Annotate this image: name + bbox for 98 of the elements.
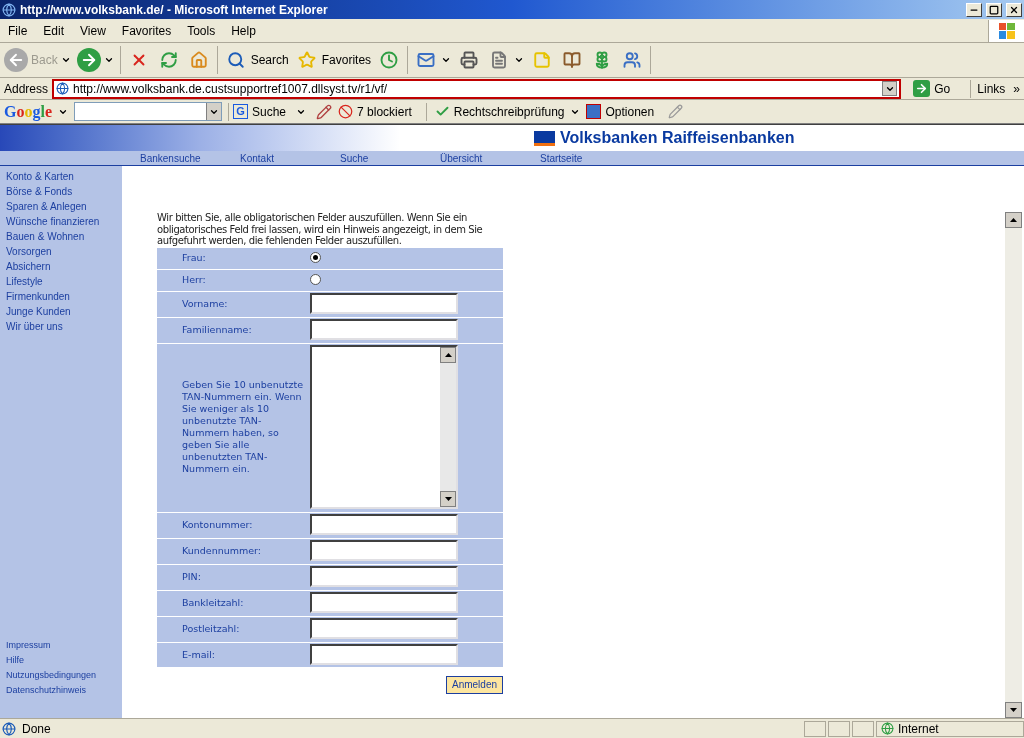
scroll-down-button[interactable]: [440, 491, 456, 507]
sidebar-link[interactable]: Bauen & Wohnen: [6, 229, 122, 244]
input-field[interactable]: [310, 540, 458, 561]
go-button[interactable]: Go: [909, 79, 955, 98]
scroll-down-button[interactable]: [1005, 702, 1022, 718]
input-field[interactable]: [310, 644, 458, 665]
toolbar-button[interactable]: Search: [223, 48, 289, 72]
sidebar-link[interactable]: Wir über uns: [6, 319, 122, 334]
menu-item[interactable]: Help: [223, 21, 264, 40]
caret-icon[interactable]: [441, 55, 452, 65]
field-label: Vorname:: [181, 297, 229, 310]
nav-link[interactable]: Startseite: [540, 150, 640, 166]
sidebar-link[interactable]: Konto & Karten: [6, 169, 122, 184]
field-label: Frau:: [181, 251, 207, 264]
more-chevron[interactable]: »: [1013, 79, 1020, 98]
options-icon: [586, 104, 602, 119]
address-label: Address: [4, 80, 49, 98]
field-label: Postleitzahl:: [181, 622, 241, 635]
nav-link[interactable]: Übersicht: [440, 150, 540, 166]
sidebar-link[interactable]: Absichern: [6, 259, 122, 274]
footer-link[interactable]: Datenschutzhinweis: [6, 683, 122, 698]
minimize-button[interactable]: [966, 2, 982, 17]
radio-button[interactable]: [310, 252, 321, 263]
field-label: Kontonummer:: [181, 518, 254, 531]
status-pane: [852, 720, 874, 737]
up-arrow-icon: [444, 353, 452, 357]
input-field[interactable]: [310, 514, 458, 535]
address-field[interactable]: http://www.volksbank.de.custsupportref1007.dllsyst.tv/r1/vf/: [52, 78, 902, 99]
status-pane: [828, 720, 850, 737]
menu-item[interactable]: Favorites: [113, 21, 180, 40]
forward-icon: [76, 48, 101, 72]
down-arrow-icon: [1010, 708, 1017, 712]
window-title: http://www.volksbank.de/ - Microsoft Internet Explorer: [20, 1, 329, 19]
footer-link[interactable]: Nutzungsbedingungen: [6, 668, 122, 683]
input-field[interactable]: [310, 319, 458, 340]
close-icon: [1009, 4, 1019, 15]
globe-icon: [881, 722, 894, 735]
submit-button[interactable]: Anmelden: [445, 675, 503, 694]
google-logo[interactable]: Google: [4, 99, 52, 124]
bank-logo-icon: [534, 130, 555, 146]
sidebar-link[interactable]: Vorsorgen: [6, 244, 122, 259]
search-field[interactable]: [74, 102, 222, 121]
status-pane: [804, 720, 826, 737]
caret-icon[interactable]: [514, 55, 525, 65]
popup-blocker-button[interactable]: 7 blockiert: [338, 102, 412, 121]
scroll-up-button[interactable]: [1005, 212, 1022, 228]
footer-link[interactable]: Impressum: [6, 638, 122, 653]
sidebar-link[interactable]: Wünsche finanzieren: [6, 214, 122, 229]
input-field[interactable]: [310, 566, 458, 587]
menu-item[interactable]: View: [72, 21, 114, 40]
brand-name: Volksbanken Raiffeisenbanken: [560, 128, 795, 148]
sidebar-link[interactable]: Lifestyle: [6, 274, 122, 289]
intro-text: Wir bitten Sie, alle obligatorischen Felder auszufüllen. Wenn Sie ein obligatorisches Feld frei lassen, wird ein Hinweis angezeigt, in dem Sie aufgefuhrt werden, die fehlenden Felder auszufüllen.: [157, 212, 484, 247]
menu-item[interactable]: Tools: [179, 21, 224, 40]
sidebar-link[interactable]: Börse & Fonds: [6, 184, 122, 199]
input-field[interactable]: [310, 293, 458, 314]
blocked-icon: [338, 104, 354, 119]
footer-link[interactable]: Hilfe: [6, 653, 122, 668]
back-icon: [4, 48, 28, 72]
restore-button[interactable]: [986, 2, 1002, 17]
menu-item[interactable]: Edit: [35, 21, 73, 40]
options-button[interactable]: Optionen: [586, 102, 655, 121]
scroll-up-button[interactable]: [440, 347, 456, 363]
page-icon: [56, 82, 70, 95]
field-label: Herr:: [181, 273, 207, 286]
nav-link[interactable]: Bankensuche: [140, 150, 240, 166]
page-icon: [2, 721, 16, 736]
spellcheck-button[interactable]: Rechtschreibprüfung: [425, 102, 565, 121]
web-search-button[interactable]: G Suche: [228, 102, 291, 121]
field-label: Familienname:: [181, 323, 253, 336]
scrollbar[interactable]: [1005, 212, 1022, 718]
input-field[interactable]: [310, 592, 458, 613]
sidebar-link[interactable]: Firmenkunden: [6, 289, 122, 304]
browser-icon: [2, 2, 16, 17]
checkmark-icon: [434, 104, 450, 119]
down-arrow-icon: [444, 497, 452, 501]
restore-icon: [989, 4, 999, 15]
field-label: Geben Sie 10 unbenutzte TAN-Nummern ein. Wenn Sie weniger als 10 unbenutzte TAN-Nummern haben, so geben Sie alle unbenutzten TAN-Nummern ein.: [181, 379, 304, 475]
sidebar-link[interactable]: Junge Kunden: [6, 304, 122, 319]
field-label: E-mail:: [181, 648, 216, 661]
radio-button[interactable]: [310, 274, 321, 285]
field-label: Bankleitzahl:: [181, 596, 245, 609]
caret-icon[interactable]: [103, 55, 114, 65]
field-label: PIN:: [181, 570, 202, 583]
input-field[interactable]: [310, 618, 458, 639]
close-button[interactable]: [1006, 2, 1022, 17]
status-text: Done: [22, 720, 52, 738]
sidebar-link[interactable]: Sparen & Anlegen: [6, 199, 122, 214]
nav-link[interactable]: Kontakt: [240, 150, 340, 166]
pencil-icon[interactable]: [316, 103, 333, 120]
links-button[interactable]: Links: [970, 79, 1006, 98]
menu-item[interactable]: File: [0, 21, 36, 40]
text-area[interactable]: [310, 345, 458, 509]
field-label: Kundennummer:: [181, 544, 263, 557]
toolbar-button[interactable]: Favorites: [294, 48, 372, 72]
up-arrow-icon: [1010, 218, 1017, 222]
nav-link[interactable]: Suche: [340, 150, 440, 166]
zone-indicator: Internet: [876, 720, 1024, 737]
